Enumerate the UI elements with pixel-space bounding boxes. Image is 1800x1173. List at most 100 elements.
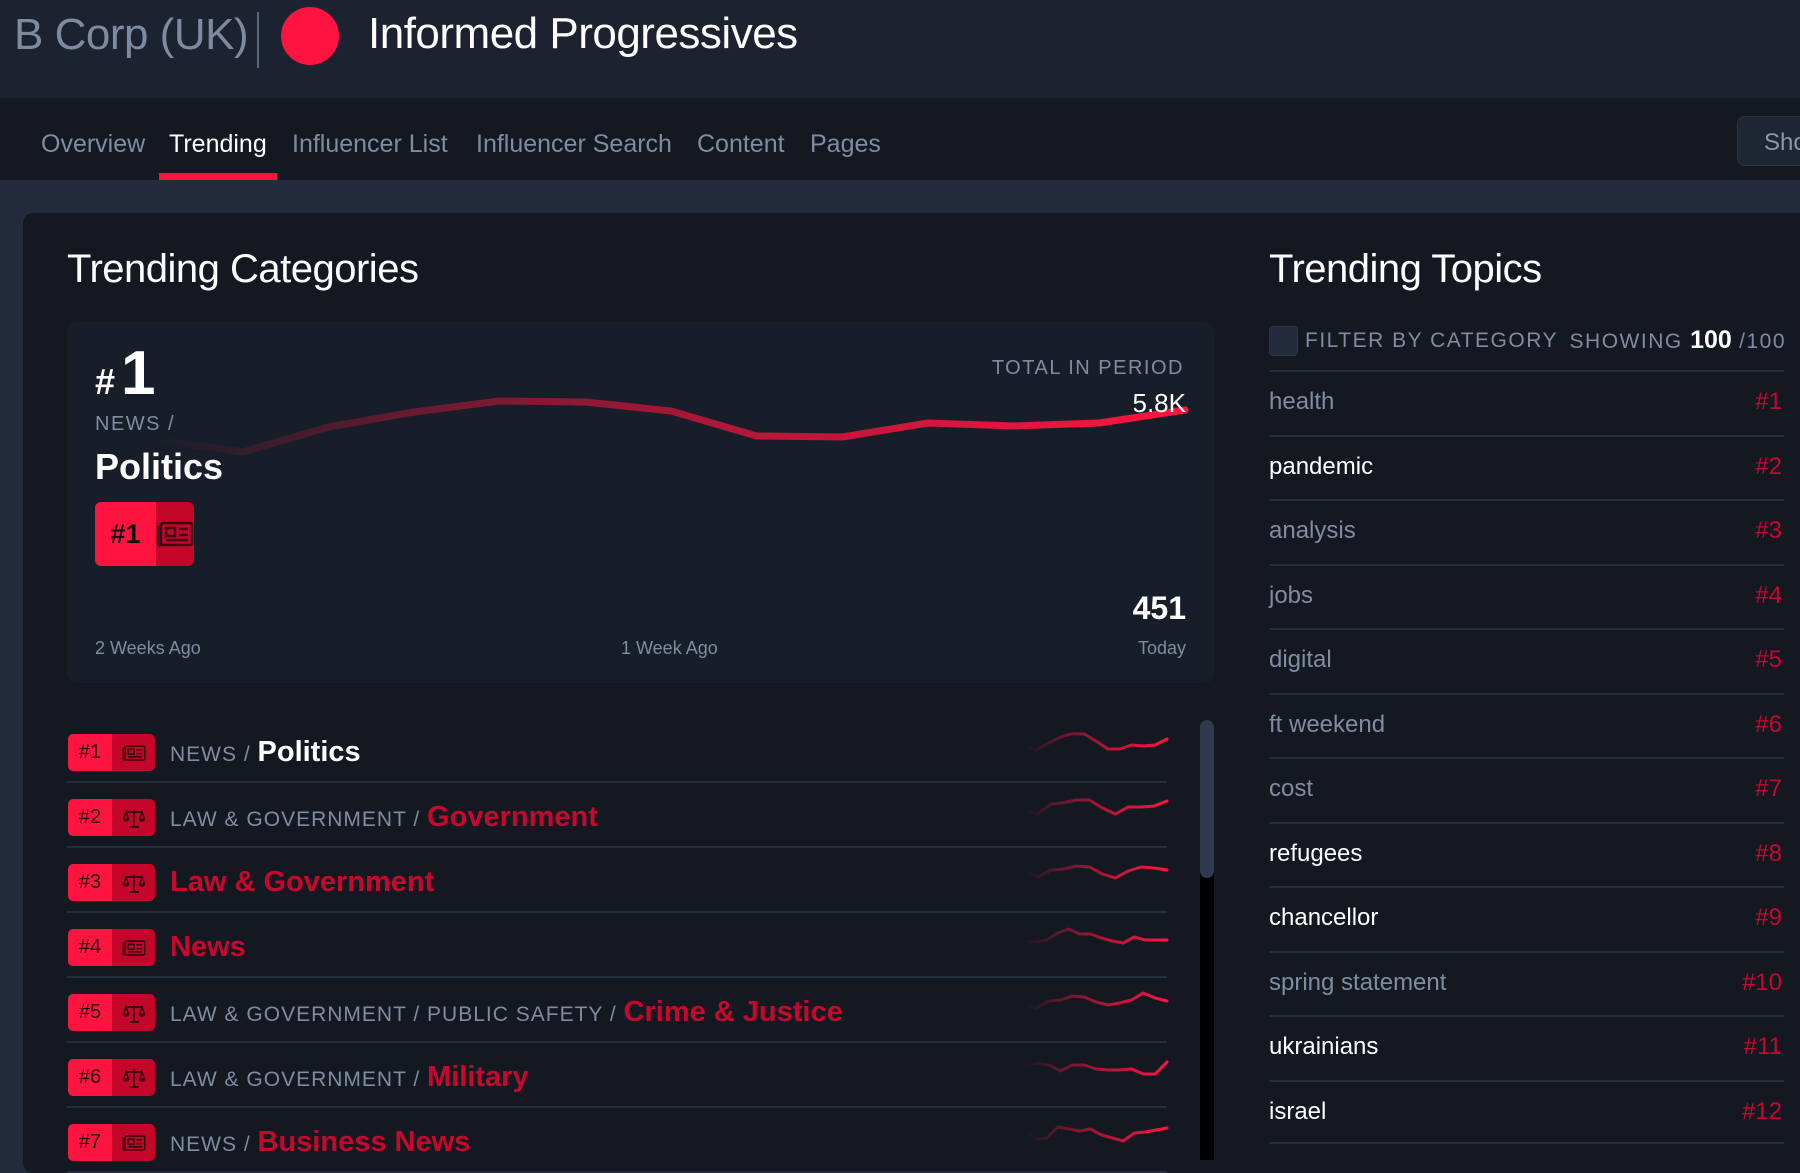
featured-category-name: Politics [95,446,224,487]
category-rank-badge: #1 [68,734,155,771]
topic-name[interactable]: ukrainians [1269,1033,1378,1061]
category-name[interactable]: Government [427,801,598,833]
category-name[interactable]: Politics [258,736,361,768]
topic-name[interactable]: health [1269,388,1334,416]
category-rank-badge: #7 [68,1124,155,1161]
topic-row[interactable]: health #1 [1269,370,1784,435]
category-sparkline [1023,1060,1169,1076]
tab-overview[interactable]: Overview [41,130,145,180]
newspaper-icon [112,1124,155,1161]
topic-row[interactable]: chancellor #9 [1269,886,1784,951]
category-path: NEWS / Politics [170,736,361,769]
category-path: LAW & GOVERNMENT / PUBLIC SAFETY / Crime… [170,996,843,1029]
brand-divider [257,12,259,68]
category-rank-badge: #3 [68,864,155,901]
topic-name[interactable]: ft weekend [1269,711,1385,739]
featured-parent-category[interactable]: NEWS / [95,413,175,436]
scales-icon [112,1059,155,1096]
badge-rank: #4 [68,929,112,966]
total-in-period-label: TOTAL IN PERIOD [991,357,1184,379]
topic-row[interactable]: refugees #8 [1269,821,1784,887]
sparkline-path [1023,864,1169,880]
topic-name[interactable]: pandemic [1269,453,1373,481]
category-sparkline [1023,732,1169,752]
showing-current: 100 [1690,326,1732,354]
topic-row[interactable]: analysis #3 [1269,499,1784,564]
category-name[interactable]: Law & Government [170,866,434,898]
topic-rank: #12 [1741,1097,1782,1125]
rank-hash: # [95,361,116,402]
tab-label: Pages [810,130,881,158]
app-header: B Corp (UK) Informed Progressives [0,0,1800,98]
category-row[interactable]: #5 LAW & GOVERNMENT / PUBLIC SAFETY / Cri… [67,978,1169,1043]
category-list-scrollbar[interactable] [1200,720,1214,1160]
category-rank-badge: #2 [68,799,155,836]
category-parents[interactable]: LAW & GOVERNMENT / [170,808,427,831]
category-row[interactable]: #3 Law & Government [67,848,1169,913]
sparkline-path [1023,991,1169,1010]
topic-rank: #11 [1743,1033,1782,1060]
topic-row[interactable]: ft weekend #6 [1269,692,1784,758]
category-sparkline [1023,991,1169,1010]
trending-categories-title: Trending Categories [67,247,419,291]
category-name[interactable]: Crime & Justice [624,996,843,1028]
tab-content[interactable]: Content [697,130,785,180]
featured-category-card[interactable]: #1 NEWS / Politics #1 TOTAL IN PERIOD 5.… [67,322,1214,683]
tab-influencer-list[interactable]: Influencer List [292,130,448,180]
topic-row[interactable]: jobs #4 [1269,563,1784,629]
category-parents[interactable]: LAW & GOVERNMENT / [170,1068,427,1091]
category-parents[interactable]: NEWS / [170,1133,258,1156]
show-button[interactable]: Sho [1737,116,1800,166]
tab-trending[interactable]: Trending [159,130,277,180]
showing-total: /100 [1739,330,1786,353]
tab-influencer-search[interactable]: Influencer Search [476,130,672,180]
category-row[interactable]: #4 News [67,913,1169,978]
badge-rank: #3 [68,864,112,901]
category-rank-badge: #6 [68,1059,155,1096]
topic-rank: #5 [1755,646,1782,673]
category-row[interactable]: #1 NEWS / Politics [67,718,1169,783]
filter-by-category-label[interactable]: FILTER BY CATEGORY [1305,329,1558,353]
topic-rank: #9 [1755,904,1782,931]
topic-rank: #10 [1741,968,1782,996]
topic-row[interactable]: digital #5 [1269,628,1784,693]
scrollbar-thumb[interactable] [1200,720,1214,878]
category-path: News [170,931,246,964]
tab-label: Content [697,130,785,158]
category-row[interactable]: #6 LAW & GOVERNMENT / Military [67,1043,1169,1108]
category-parents[interactable]: LAW & GOVERNMENT / PUBLIC SAFETY / [170,1003,624,1026]
category-name[interactable]: Business News [258,1126,471,1158]
category-row[interactable]: #7 NEWS / Business News [67,1108,1169,1173]
tab-pages[interactable]: Pages [810,130,881,180]
brand-name[interactable]: B Corp (UK) [14,10,249,60]
topic-name[interactable]: refugees [1269,840,1362,868]
total-in-period-value: 5.8K [1132,388,1187,418]
category-name[interactable]: Military [427,1061,529,1093]
category-path: Law & Government [170,866,434,899]
featured-rank: #1 [95,338,156,409]
category-parents[interactable]: NEWS / [170,743,258,766]
category-row[interactable]: #2 LAW & GOVERNMENT / Government [67,783,1169,848]
topic-rank: #4 [1755,581,1782,609]
category-path: NEWS / Business News [170,1126,470,1159]
topic-row[interactable]: spring statement #10 [1269,950,1784,1016]
topic-row[interactable]: cost #7 [1269,757,1784,822]
topic-name[interactable]: jobs [1269,582,1313,610]
topic-name[interactable]: analysis [1269,517,1356,545]
audience-name[interactable]: Informed Progressives [368,9,798,59]
filter-by-category-checkbox[interactable] [1269,326,1298,356]
topic-name[interactable]: chancellor [1269,904,1378,932]
topic-row[interactable]: ukrainians #11 [1269,1015,1784,1080]
sparkline-path [1023,1125,1169,1143]
trending-topics-title: Trending Topics [1269,247,1542,291]
topic-row[interactable]: pandemic #2 [1269,434,1784,500]
topic-name[interactable]: spring statement [1269,969,1446,997]
category-name[interactable]: News [170,931,246,963]
topic-name[interactable]: cost [1269,775,1313,803]
topic-row[interactable]: israel #12 [1269,1079,1784,1144]
topic-name[interactable]: israel [1269,1098,1326,1126]
topic-name[interactable]: digital [1269,646,1332,674]
category-rank-badge: #5 [68,994,155,1031]
badge-rank: #6 [68,1059,112,1096]
newspaper-icon [112,734,155,771]
